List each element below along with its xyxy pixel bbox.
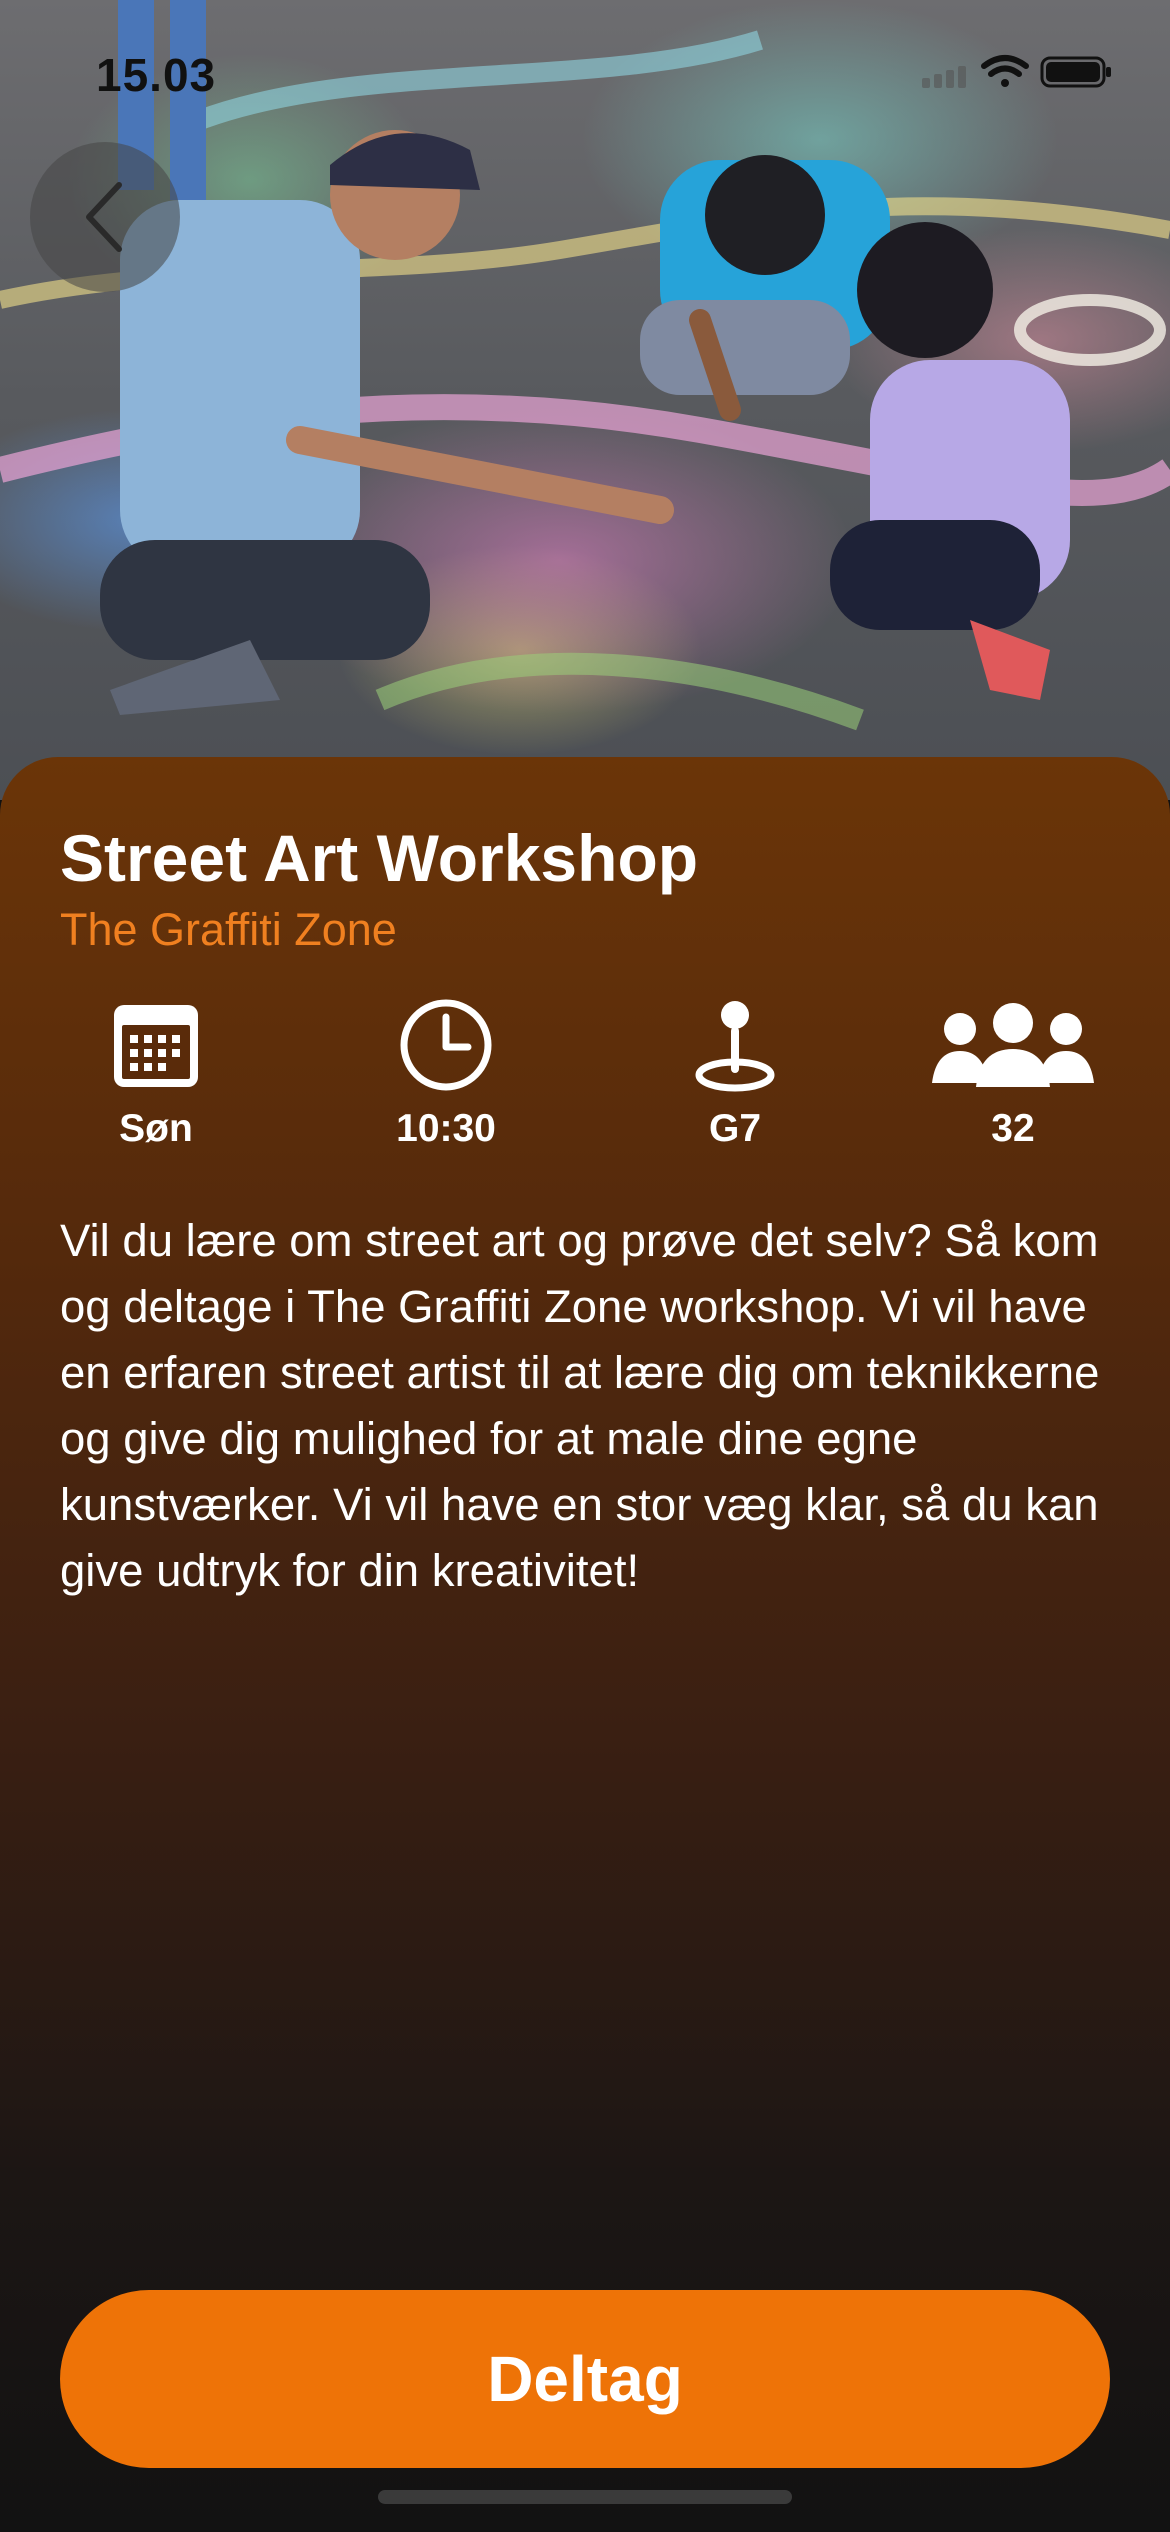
info-participants-value: 32 <box>991 1107 1035 1150</box>
event-description: Vil du lære om street art og prøve det s… <box>60 1215 1100 1596</box>
status-bar-time: 15.03 <box>96 49 217 101</box>
info-day-value: Søn <box>119 1107 193 1150</box>
map-pin-icon <box>695 1001 775 1092</box>
home-indicator[interactable] <box>378 2490 792 2504</box>
info-location-value: G7 <box>708 1107 762 1150</box>
status-bar-icons <box>922 52 1112 92</box>
info-participants: 32 <box>913 995 1113 1151</box>
battery-icon <box>1040 56 1111 88</box>
event-location-name: The Graffiti Zone <box>60 904 397 955</box>
cellular-signal-icon <box>922 66 966 88</box>
wifi-icon <box>981 55 1029 87</box>
info-location: G7 <box>635 995 835 1151</box>
info-time-value: 10:30 <box>396 1107 496 1150</box>
back-button[interactable] <box>30 142 180 292</box>
event-hero-image <box>0 0 1170 800</box>
info-time: 10:30 <box>346 995 546 1151</box>
chevron-left-icon <box>86 182 122 252</box>
event-title: Street Art Workshop <box>60 821 699 895</box>
event-detail-screen: 15.03 Street Art Workshop The Graffiti Z… <box>0 0 1170 2532</box>
info-day: Søn <box>56 995 256 1151</box>
clock-icon <box>400 999 492 1091</box>
people-icon <box>932 1003 1094 1087</box>
calendar-icon <box>114 1005 198 1087</box>
join-button[interactable]: Deltag <box>60 2290 1110 2468</box>
hero-photo-illustration <box>0 0 1170 731</box>
